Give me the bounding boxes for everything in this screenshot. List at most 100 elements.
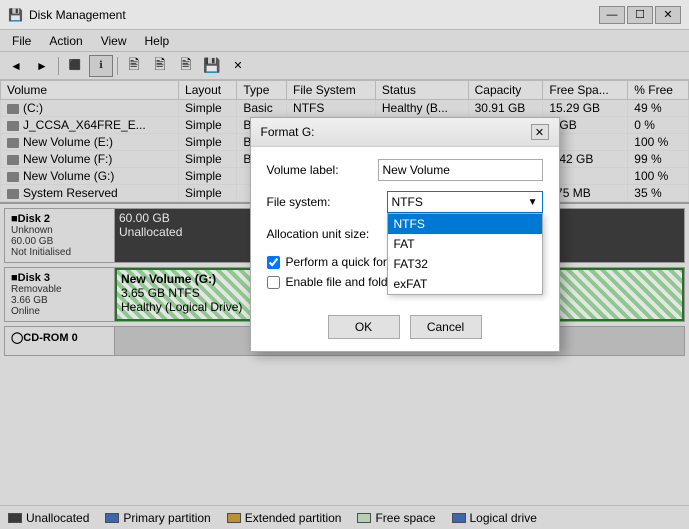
volume-label-label: Volume label: <box>267 163 378 177</box>
file-system-select-wrapper: NTFS ▼ NTFS FAT FAT32 exFAT <box>387 191 543 213</box>
toolbar-separator-2 <box>117 57 118 75</box>
table-cell-0-0: (C:) <box>1 100 179 117</box>
dialog-close-button[interactable]: ✕ <box>531 124 549 140</box>
toolbar-btn-4[interactable]: 🖹 <box>148 55 172 77</box>
toolbar-btn-5[interactable]: 🖹 <box>174 55 198 77</box>
col-freepct[interactable]: % Free <box>628 81 689 100</box>
table-cell-1-0: J_CCSA_X64FRE_E... <box>1 117 179 134</box>
volume-label-row: Volume label: <box>267 159 543 181</box>
forward-button[interactable]: ► <box>30 55 54 77</box>
legend-extended: Extended partition <box>227 511 342 525</box>
file-system-value: NTFS <box>392 195 423 209</box>
table-cell-2-7: 100 % <box>628 134 689 151</box>
disk-icon <box>7 172 19 182</box>
table-cell-1-7: 0 % <box>628 117 689 134</box>
file-system-dropdown: NTFS FAT FAT32 exFAT <box>387 213 543 295</box>
table-cell-0-2: Basic <box>237 100 287 117</box>
status-bar: Unallocated Primary partition Extended p… <box>0 505 689 529</box>
table-cell-3-7: 99 % <box>628 151 689 168</box>
dropdown-item-fat32[interactable]: FAT32 <box>388 254 542 274</box>
dropdown-arrow-icon: ▼ <box>528 197 538 208</box>
table-cell-2-0: New Volume (E:) <box>1 134 179 151</box>
toolbar-separator-1 <box>58 57 59 75</box>
col-freespace[interactable]: Free Spa... <box>543 81 628 100</box>
legend-label-logical: Logical drive <box>470 511 537 525</box>
disk-3-status: Online <box>11 306 108 317</box>
menu-action[interactable]: Action <box>41 32 90 50</box>
allocation-label: Allocation unit size: <box>267 227 387 241</box>
disk-icon <box>7 138 19 148</box>
table-cell-0-6: 15.29 GB <box>543 100 628 117</box>
col-type[interactable]: Type <box>237 81 287 100</box>
legend-unallocated: Unallocated <box>8 511 89 525</box>
legend-freespace: Free space <box>357 511 435 525</box>
menu-file[interactable]: File <box>4 32 39 50</box>
file-system-label: File system: <box>267 195 387 209</box>
dropdown-item-fat[interactable]: FAT <box>388 234 542 254</box>
col-layout[interactable]: Layout <box>179 81 237 100</box>
menu-bar: File Action View Help <box>0 30 689 52</box>
toolbar-btn-1[interactable]: ⬛ <box>63 55 87 77</box>
disk-3-name: ■Disk 3 <box>11 272 108 284</box>
legend-box-freespace <box>357 513 371 523</box>
disk-2-label: ■Disk 2 Unknown 60.00 GB Not Initialised <box>5 209 115 262</box>
maximize-button[interactable]: ☐ <box>627 6 653 24</box>
col-filesystem[interactable]: File System <box>287 81 376 100</box>
table-cell-0-1: Simple <box>179 100 237 117</box>
dropdown-item-ntfs[interactable]: NTFS <box>388 214 542 234</box>
legend-logical: Logical drive <box>452 511 537 525</box>
col-capacity[interactable]: Capacity <box>468 81 543 100</box>
menu-view[interactable]: View <box>93 32 135 50</box>
table-cell-1-1: Simple <box>179 117 237 134</box>
table-cell-0-4: Healthy (B... <box>375 100 468 117</box>
app-icon: 💾 <box>8 8 23 22</box>
file-system-row: File system: NTFS ▼ NTFS FAT FAT32 exFAT <box>267 191 543 213</box>
minimize-button[interactable]: — <box>599 6 625 24</box>
disk-2-type: Unknown <box>11 225 108 236</box>
disk-3-label: ■Disk 3 Removable 3.66 GB Online <box>5 268 115 321</box>
legend-label-primary: Primary partition <box>123 511 210 525</box>
table-cell-5-7: 35 % <box>628 185 689 202</box>
legend-box-logical <box>452 513 466 523</box>
compression-checkbox[interactable] <box>267 276 280 289</box>
disk-icon <box>7 104 19 114</box>
col-status[interactable]: Status <box>375 81 468 100</box>
disk-icon <box>7 155 19 165</box>
file-system-select[interactable]: NTFS ▼ <box>387 191 543 213</box>
volume-label-input[interactable] <box>378 159 543 181</box>
table-cell-4-1: Simple <box>179 168 237 185</box>
table-cell-2-1: Simple <box>179 134 237 151</box>
dialog-title-text: Format G: <box>261 125 315 139</box>
title-bar: 💾 Disk Management — ☐ ✕ <box>0 0 689 30</box>
disk-cdrom-label: ◯CD-ROM 0 <box>5 327 115 355</box>
ok-button[interactable]: OK <box>328 315 400 339</box>
disk-cdrom-name: ◯CD-ROM 0 <box>11 331 108 344</box>
table-cell-4-7: 100 % <box>628 168 689 185</box>
col-volume[interactable]: Volume <box>1 81 179 100</box>
back-button[interactable]: ◄ <box>4 55 28 77</box>
dropdown-item-exfat[interactable]: exFAT <box>388 274 542 294</box>
quick-format-checkbox[interactable] <box>267 256 280 269</box>
table-cell-3-1: Simple <box>179 151 237 168</box>
table-cell-0-5: 30.91 GB <box>468 100 543 117</box>
menu-help[interactable]: Help <box>137 32 178 50</box>
table-cell-4-0: New Volume (G:) <box>1 168 179 185</box>
toolbar-btn-7[interactable]: ✕ <box>226 55 250 77</box>
close-button[interactable]: ✕ <box>655 6 681 24</box>
disk-icon <box>7 189 19 199</box>
table-cell-0-7: 49 % <box>628 100 689 117</box>
legend-primary: Primary partition <box>105 511 210 525</box>
legend-box-extended <box>227 513 241 523</box>
toolbar-btn-6[interactable]: 💾 <box>200 55 224 77</box>
disk-3-size: 3.66 GB <box>11 295 108 306</box>
app-title: Disk Management <box>29 8 599 22</box>
table-cell-0-3: NTFS <box>287 100 376 117</box>
toolbar: ◄ ► ⬛ ℹ 🖹 🖹 🖹 💾 ✕ <box>0 52 689 80</box>
legend-box-unallocated <box>8 513 22 523</box>
dialog-body: Volume label: File system: NTFS ▼ NTFS F… <box>251 147 559 307</box>
cancel-button[interactable]: Cancel <box>410 315 482 339</box>
legend-label-freespace: Free space <box>375 511 435 525</box>
toolbar-btn-2[interactable]: ℹ <box>89 55 113 77</box>
toolbar-btn-3[interactable]: 🖹 <box>122 55 146 77</box>
table-row[interactable]: (C:)SimpleBasicNTFSHealthy (B...30.91 GB… <box>1 100 689 117</box>
